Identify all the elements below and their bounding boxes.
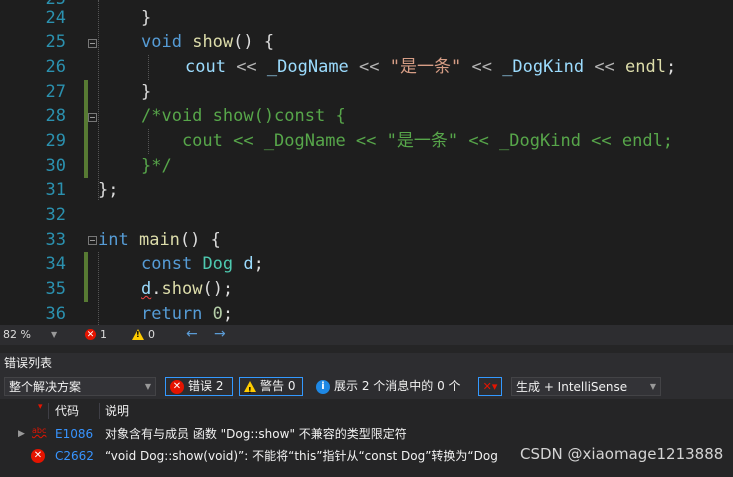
error-description: “void Dog::show(void)”: 不能将“this”指针从“con… (105, 449, 500, 463)
line-number: 29 (45, 131, 66, 151)
navigate-back-button[interactable]: ← (186, 326, 198, 342)
zoom-selector[interactable]: 82 % ▼ (3, 328, 57, 341)
line-number: 31 (45, 180, 66, 200)
error-icon: ✕ (170, 379, 184, 394)
line-number: 36 (45, 304, 66, 324)
collapse-toggle[interactable] (88, 39, 97, 48)
column-divider[interactable] (99, 403, 100, 419)
code-line-29: cout << _DogName << "是一条" << _DogKind <<… (141, 131, 674, 151)
filter-button[interactable]: ✕▾ (478, 377, 502, 396)
filter-icon: ▾ (38, 402, 43, 412)
chevron-down-icon: ▼ (649, 382, 656, 391)
error-count-indicator[interactable]: ✕ 1 (85, 328, 107, 341)
source-dropdown[interactable]: 生成 + IntelliSense ▼ (511, 377, 661, 396)
code-line-27: } (141, 82, 152, 102)
code-line-35: d.show(); (141, 279, 234, 299)
warning-icon (244, 381, 256, 399)
code-line-36: return 0; (141, 304, 234, 324)
expand-icon[interactable]: ▶ (18, 423, 25, 445)
warnings-filter-button[interactable]: 警告 0 (239, 377, 303, 399)
chevron-down-icon: ▼ (50, 330, 58, 339)
errors-filter-button[interactable]: ✕ 错误 2 (165, 377, 233, 396)
line-number: 28 (45, 106, 66, 126)
watermark-text: CSDN @xiaomage1213888 (520, 445, 724, 463)
info-icon: i (316, 379, 330, 394)
line-number: 24 (45, 8, 66, 28)
filter-icon: ✕▾ (482, 380, 498, 393)
collapse-toggle[interactable] (88, 236, 97, 245)
error-icon: ✕ (31, 449, 45, 463)
zoom-value: 82 % (3, 328, 31, 341)
error-code-link[interactable]: C2662 (55, 445, 94, 467)
code-line-33: int main() { (98, 230, 221, 250)
code-line-34: const Dog d; (141, 254, 264, 274)
code-line-24: } (141, 8, 152, 28)
warning-icon (132, 329, 144, 340)
error-code-link[interactable]: E1086 (55, 423, 93, 445)
code-editor[interactable]: 25 24 25 26 27 28 29 30 31 32 33 34 35 3… (0, 0, 733, 325)
messages-filter-button[interactable]: i 展示 2 个消息中的 0 个 (312, 377, 465, 396)
warning-count-indicator[interactable]: 0 (132, 328, 155, 341)
chevron-down-icon: ▼ (144, 382, 151, 391)
line-number: 35 (45, 279, 66, 299)
column-header-description[interactable]: 说明 (105, 401, 129, 421)
collapse-toggle[interactable] (88, 113, 97, 122)
column-header-code[interactable]: 代码 (55, 401, 79, 421)
scope-dropdown[interactable]: 整个解决方案 ▼ (4, 377, 156, 396)
error-description: 对象含有与成员 函数 "Dog::show" 不兼容的类型限定符 (105, 427, 407, 441)
code-line-31: }; (98, 180, 119, 200)
navigate-forward-button[interactable]: → (214, 326, 226, 342)
line-number: 25 (45, 32, 66, 52)
error-row[interactable]: ▶ abc E1086 对象含有与成员 函数 "Dog::show" 不兼容的类… (0, 423, 733, 445)
code-line-25: void show() { (141, 32, 275, 52)
indent-guide (148, 55, 149, 80)
change-marker (84, 80, 88, 178)
code-line-28: /*void show()const { (141, 106, 346, 126)
line-number: 34 (45, 254, 66, 274)
intellisense-error-icon: abc (32, 426, 47, 435)
line-number: 33 (45, 230, 66, 250)
line-number: 32 (45, 205, 66, 225)
error-list-toolbar: 整个解决方案 ▼ ✕ 错误 2 警告 0 i 展示 2 个消息中的 0 个 ✕▾… (0, 373, 733, 399)
line-number: 30 (45, 156, 66, 176)
line-number: 26 (45, 57, 66, 77)
error-list-header: ▾ 代码 说明 (0, 401, 733, 421)
editor-status-strip: 82 % ▼ ✕ 1 0 ← → (0, 325, 733, 345)
indent-guide (98, 252, 99, 325)
code-line-26: cout << _DogName << "是一条" << _DogKind <<… (185, 57, 677, 77)
column-divider[interactable] (48, 403, 49, 419)
error-icon: ✕ (85, 329, 96, 340)
code-line-30: }*/ (141, 156, 172, 176)
line-number: 27 (45, 82, 66, 102)
indent-guide (98, 0, 99, 200)
panel-title: 错误列表 (0, 353, 733, 373)
change-marker (84, 252, 88, 302)
